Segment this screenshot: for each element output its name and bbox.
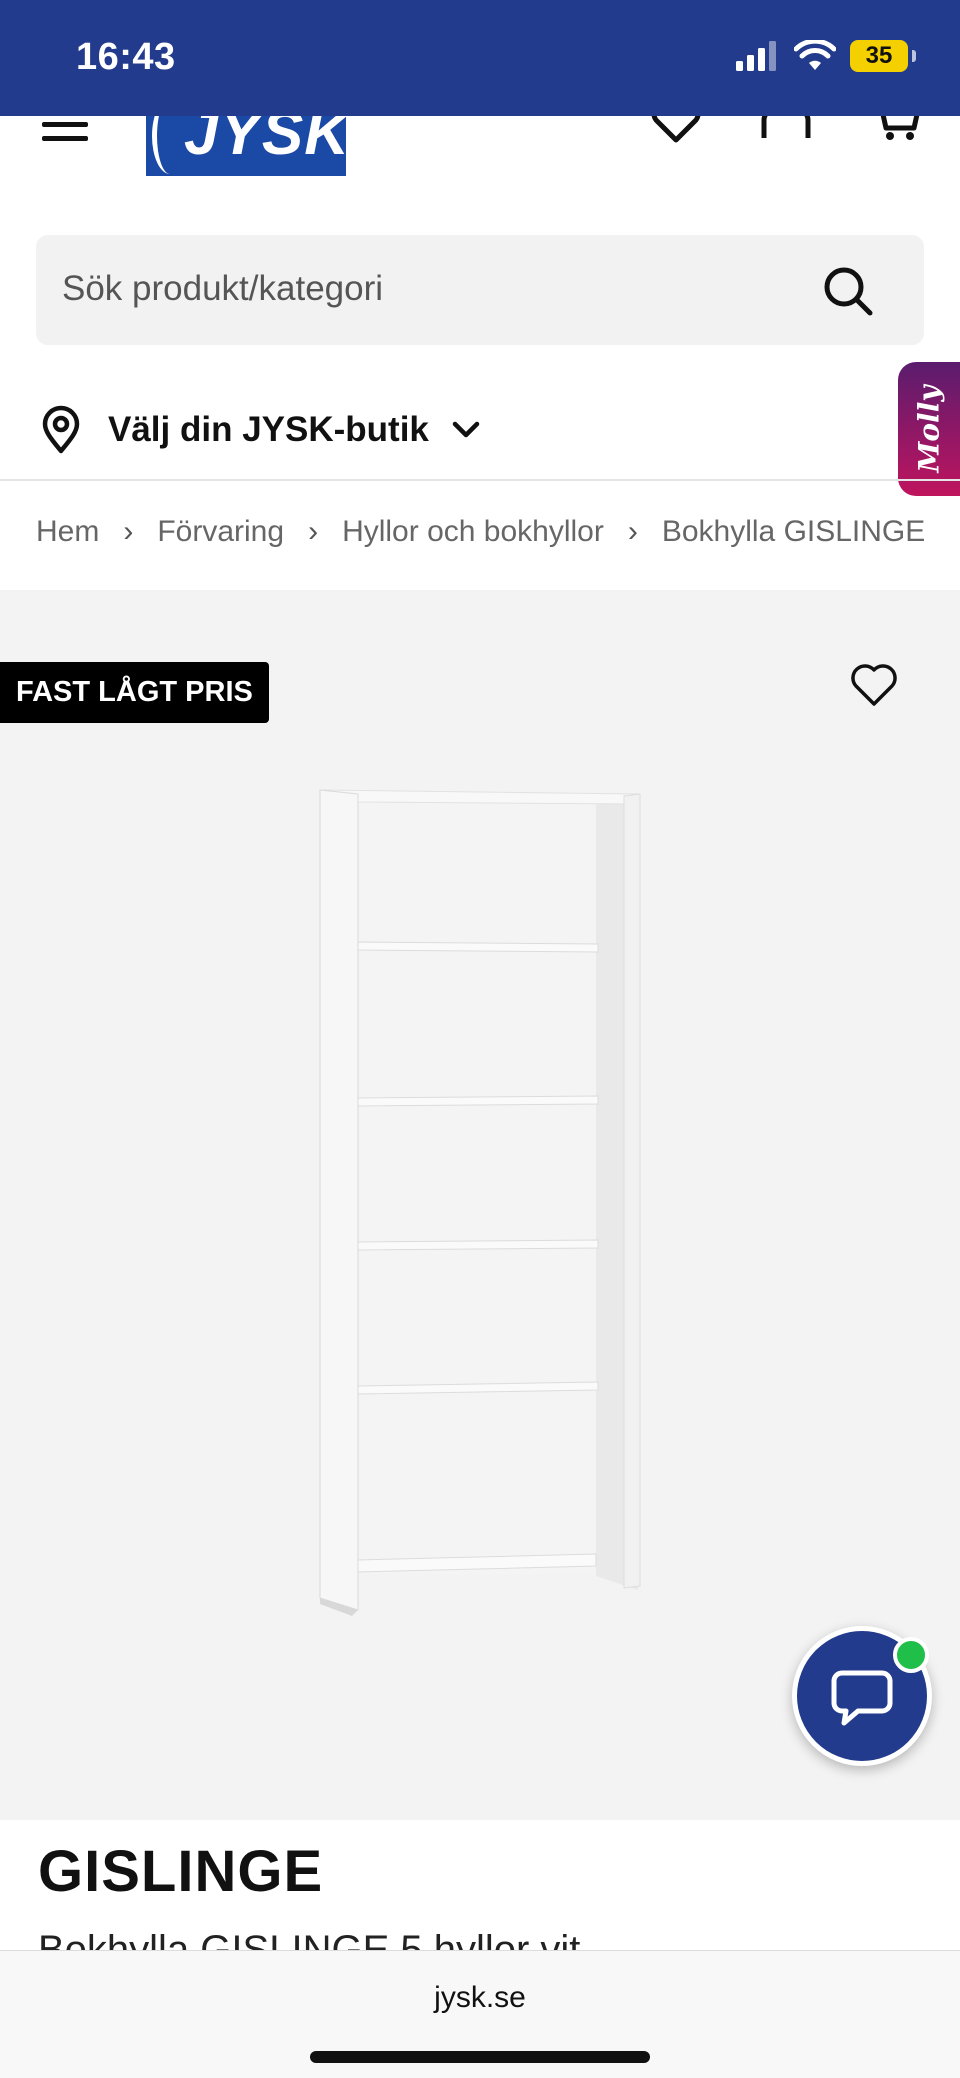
chevron-right-icon: › xyxy=(123,515,134,548)
jysk-logo[interactable]: JYSK xyxy=(146,116,346,176)
home-indicator xyxy=(310,2051,650,2063)
product-title: GISLINGE xyxy=(38,1839,324,1904)
status-time: 16:43 xyxy=(76,36,176,78)
status-icons: 35 xyxy=(736,40,916,72)
product-image-bookcase[interactable] xyxy=(316,786,656,1626)
online-status-dot xyxy=(893,1637,929,1673)
cart-icon[interactable] xyxy=(872,116,924,162)
breadcrumb-item-storage[interactable]: Förvaring xyxy=(157,515,284,549)
chevron-right-icon: › xyxy=(627,515,638,548)
header-divider xyxy=(0,479,960,481)
url-text: jysk.se xyxy=(434,1981,526,2014)
product-image-area: FAST LÅGT PRIS xyxy=(0,590,960,1820)
molly-label: Molly xyxy=(912,385,946,473)
search-placeholder: Sök produkt/kategori xyxy=(62,269,384,308)
cellular-signal-icon xyxy=(736,41,776,71)
chat-bubble-icon xyxy=(831,1670,893,1726)
chevron-right-icon: › xyxy=(308,515,319,548)
battery-tip xyxy=(912,50,916,62)
breadcrumb-item-current[interactable]: Bokhylla GISLINGE xyxy=(662,515,925,549)
molly-assistant-tab[interactable]: Molly xyxy=(898,362,960,496)
favorites-heart-icon[interactable] xyxy=(650,116,702,162)
store-picker[interactable]: Välj din JYSK-butik xyxy=(36,400,481,460)
breadcrumb: Hem › Förvaring › Hyllor och bokhyllor ›… xyxy=(36,515,925,549)
logo-text: JYSK xyxy=(184,116,346,168)
account-icon[interactable] xyxy=(760,116,812,162)
search-input[interactable]: Sök produkt/kategori xyxy=(36,235,924,345)
wifi-icon xyxy=(794,40,836,70)
breadcrumb-item-home[interactable]: Hem xyxy=(36,515,99,549)
add-to-favorites-heart-icon[interactable] xyxy=(850,662,898,710)
price-badge: FAST LÅGT PRIS xyxy=(0,662,269,723)
location-pin-icon xyxy=(42,405,80,454)
chevron-down-icon xyxy=(452,421,480,438)
breadcrumb-item-shelves[interactable]: Hyllor och bokhyllor xyxy=(342,515,604,549)
search-icon[interactable] xyxy=(822,265,874,317)
browser-address-bar[interactable]: jysk.se xyxy=(0,1950,960,2078)
chat-button[interactable] xyxy=(792,1626,932,1766)
battery-indicator: 35 xyxy=(850,40,908,72)
site-header: JYSK xyxy=(0,116,960,176)
menu-icon[interactable] xyxy=(42,116,90,150)
logo-swoosh xyxy=(152,116,188,174)
store-picker-label: Välj din JYSK-butik xyxy=(108,410,429,449)
status-bar: 16:43 35 xyxy=(0,0,960,116)
